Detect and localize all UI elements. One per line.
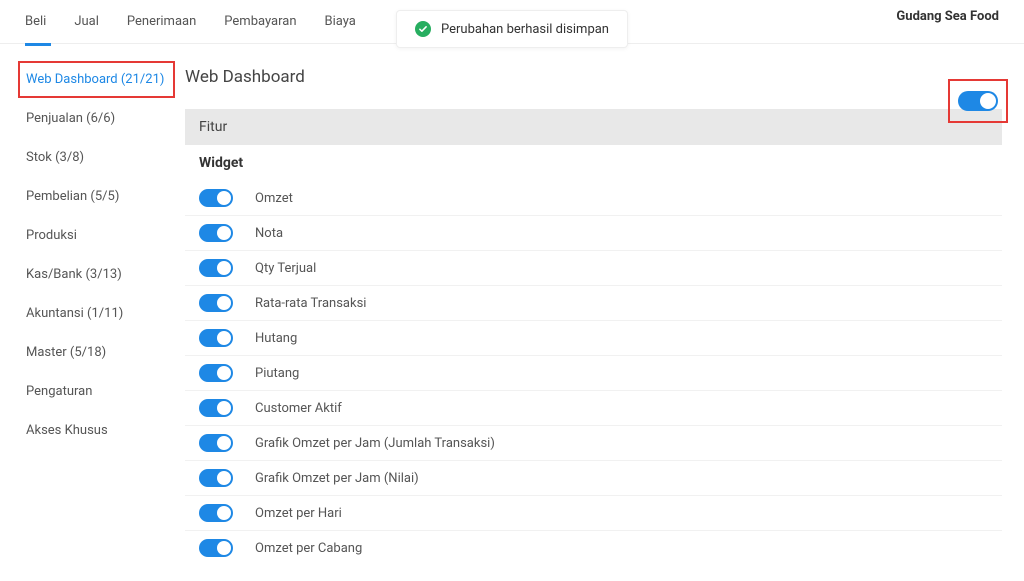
nav-penerimaan[interactable]: Penerimaan xyxy=(127,14,196,29)
toggle-omzet[interactable] xyxy=(199,189,233,207)
widget-label: Omzet xyxy=(255,191,293,206)
sidebar-item-pengaturan[interactable]: Pengaturan xyxy=(18,373,175,410)
company-block: Gudang Sea Food xyxy=(896,9,999,35)
widget-row: Omzet per Cabang xyxy=(185,531,1002,565)
subheader-widget: Widget xyxy=(185,145,1002,181)
sidebar-item-kas-bank[interactable]: Kas/Bank (3/13) xyxy=(18,256,175,293)
master-switch-highlight xyxy=(948,79,1008,123)
section-header-fitur: Fitur xyxy=(185,109,1002,145)
widget-row: Omzet per Hari xyxy=(185,496,1002,531)
sidebar-item-produksi[interactable]: Produksi xyxy=(18,217,175,254)
widget-row: Hutang xyxy=(185,321,1002,356)
sidebar-item-penjualan[interactable]: Penjualan (6/6) xyxy=(18,100,175,137)
success-toast: Perubahan berhasil disimpan xyxy=(396,10,628,48)
sidebar-item-akuntansi[interactable]: Akuntansi (1/11) xyxy=(18,295,175,332)
sidebar-item-akses-khusus[interactable]: Akses Khusus xyxy=(18,412,175,449)
page-title: Web Dashboard xyxy=(185,67,1002,87)
toggle-hutang[interactable] xyxy=(199,329,233,347)
toggle-nota[interactable] xyxy=(199,224,233,242)
widget-label: Customer Aktif xyxy=(255,401,342,416)
sidebar: Web Dashboard (21/21) Penjualan (6/6) St… xyxy=(0,61,175,565)
nav-beli[interactable]: Beli xyxy=(25,14,46,29)
toggle-omzet-per-cabang[interactable] xyxy=(199,539,233,557)
nav-pembayaran[interactable]: Pembayaran xyxy=(224,14,296,29)
sidebar-item-pembelian[interactable]: Pembelian (5/5) xyxy=(18,178,175,215)
toggle-qty-terjual[interactable] xyxy=(199,259,233,277)
toggle-grafik-jam-nilai[interactable] xyxy=(199,469,233,487)
widget-label: Rata-rata Transaksi xyxy=(255,296,366,311)
widget-row: Rata-rata Transaksi xyxy=(185,286,1002,321)
widget-row: Grafik Omzet per Jam (Jumlah Transaksi) xyxy=(185,426,1002,461)
widget-label: Omzet per Hari xyxy=(255,506,342,521)
widget-label: Grafik Omzet per Jam (Nilai) xyxy=(255,471,419,486)
toggle-piutang[interactable] xyxy=(199,364,233,382)
widget-label: Nota xyxy=(255,226,283,241)
toggle-grafik-jam-jumlah[interactable] xyxy=(199,434,233,452)
master-toggle[interactable] xyxy=(958,91,998,111)
nav-jual[interactable]: Jual xyxy=(74,14,99,29)
widget-row: Qty Terjual xyxy=(185,251,1002,286)
widget-row: Nota xyxy=(185,216,1002,251)
widget-row: Customer Aktif xyxy=(185,391,1002,426)
sidebar-item-web-dashboard[interactable]: Web Dashboard (21/21) xyxy=(18,61,175,98)
widget-label: Hutang xyxy=(255,331,297,346)
nav-biaya[interactable]: Biaya xyxy=(325,14,356,29)
sidebar-item-stok[interactable]: Stok (3/8) xyxy=(18,139,175,176)
widget-row: Omzet xyxy=(185,181,1002,216)
toast-text: Perubahan berhasil disimpan xyxy=(441,22,609,37)
widget-row: Grafik Omzet per Jam (Nilai) xyxy=(185,461,1002,496)
widget-label: Qty Terjual xyxy=(255,261,316,276)
check-circle-icon xyxy=(415,21,431,37)
toggle-customer-aktif[interactable] xyxy=(199,399,233,417)
company-subtext xyxy=(896,24,999,34)
top-nav: Beli Jual Penerimaan Pembayaran Biaya Gu… xyxy=(0,0,1024,44)
content-area: Web Dashboard Fitur Widget Omzet Nota Qt… xyxy=(175,61,1024,565)
widget-row: Piutang xyxy=(185,356,1002,391)
widget-rows: Omzet Nota Qty Terjual Rata-rata Transak… xyxy=(185,181,1002,565)
sidebar-item-master[interactable]: Master (5/18) xyxy=(18,334,175,371)
toggle-omzet-per-hari[interactable] xyxy=(199,504,233,522)
toggle-rata-rata[interactable] xyxy=(199,294,233,312)
widget-label: Piutang xyxy=(255,366,299,381)
widget-label: Omzet per Cabang xyxy=(255,541,362,556)
company-name: Gudang Sea Food xyxy=(896,9,999,25)
widget-label: Grafik Omzet per Jam (Jumlah Transaksi) xyxy=(255,436,495,451)
